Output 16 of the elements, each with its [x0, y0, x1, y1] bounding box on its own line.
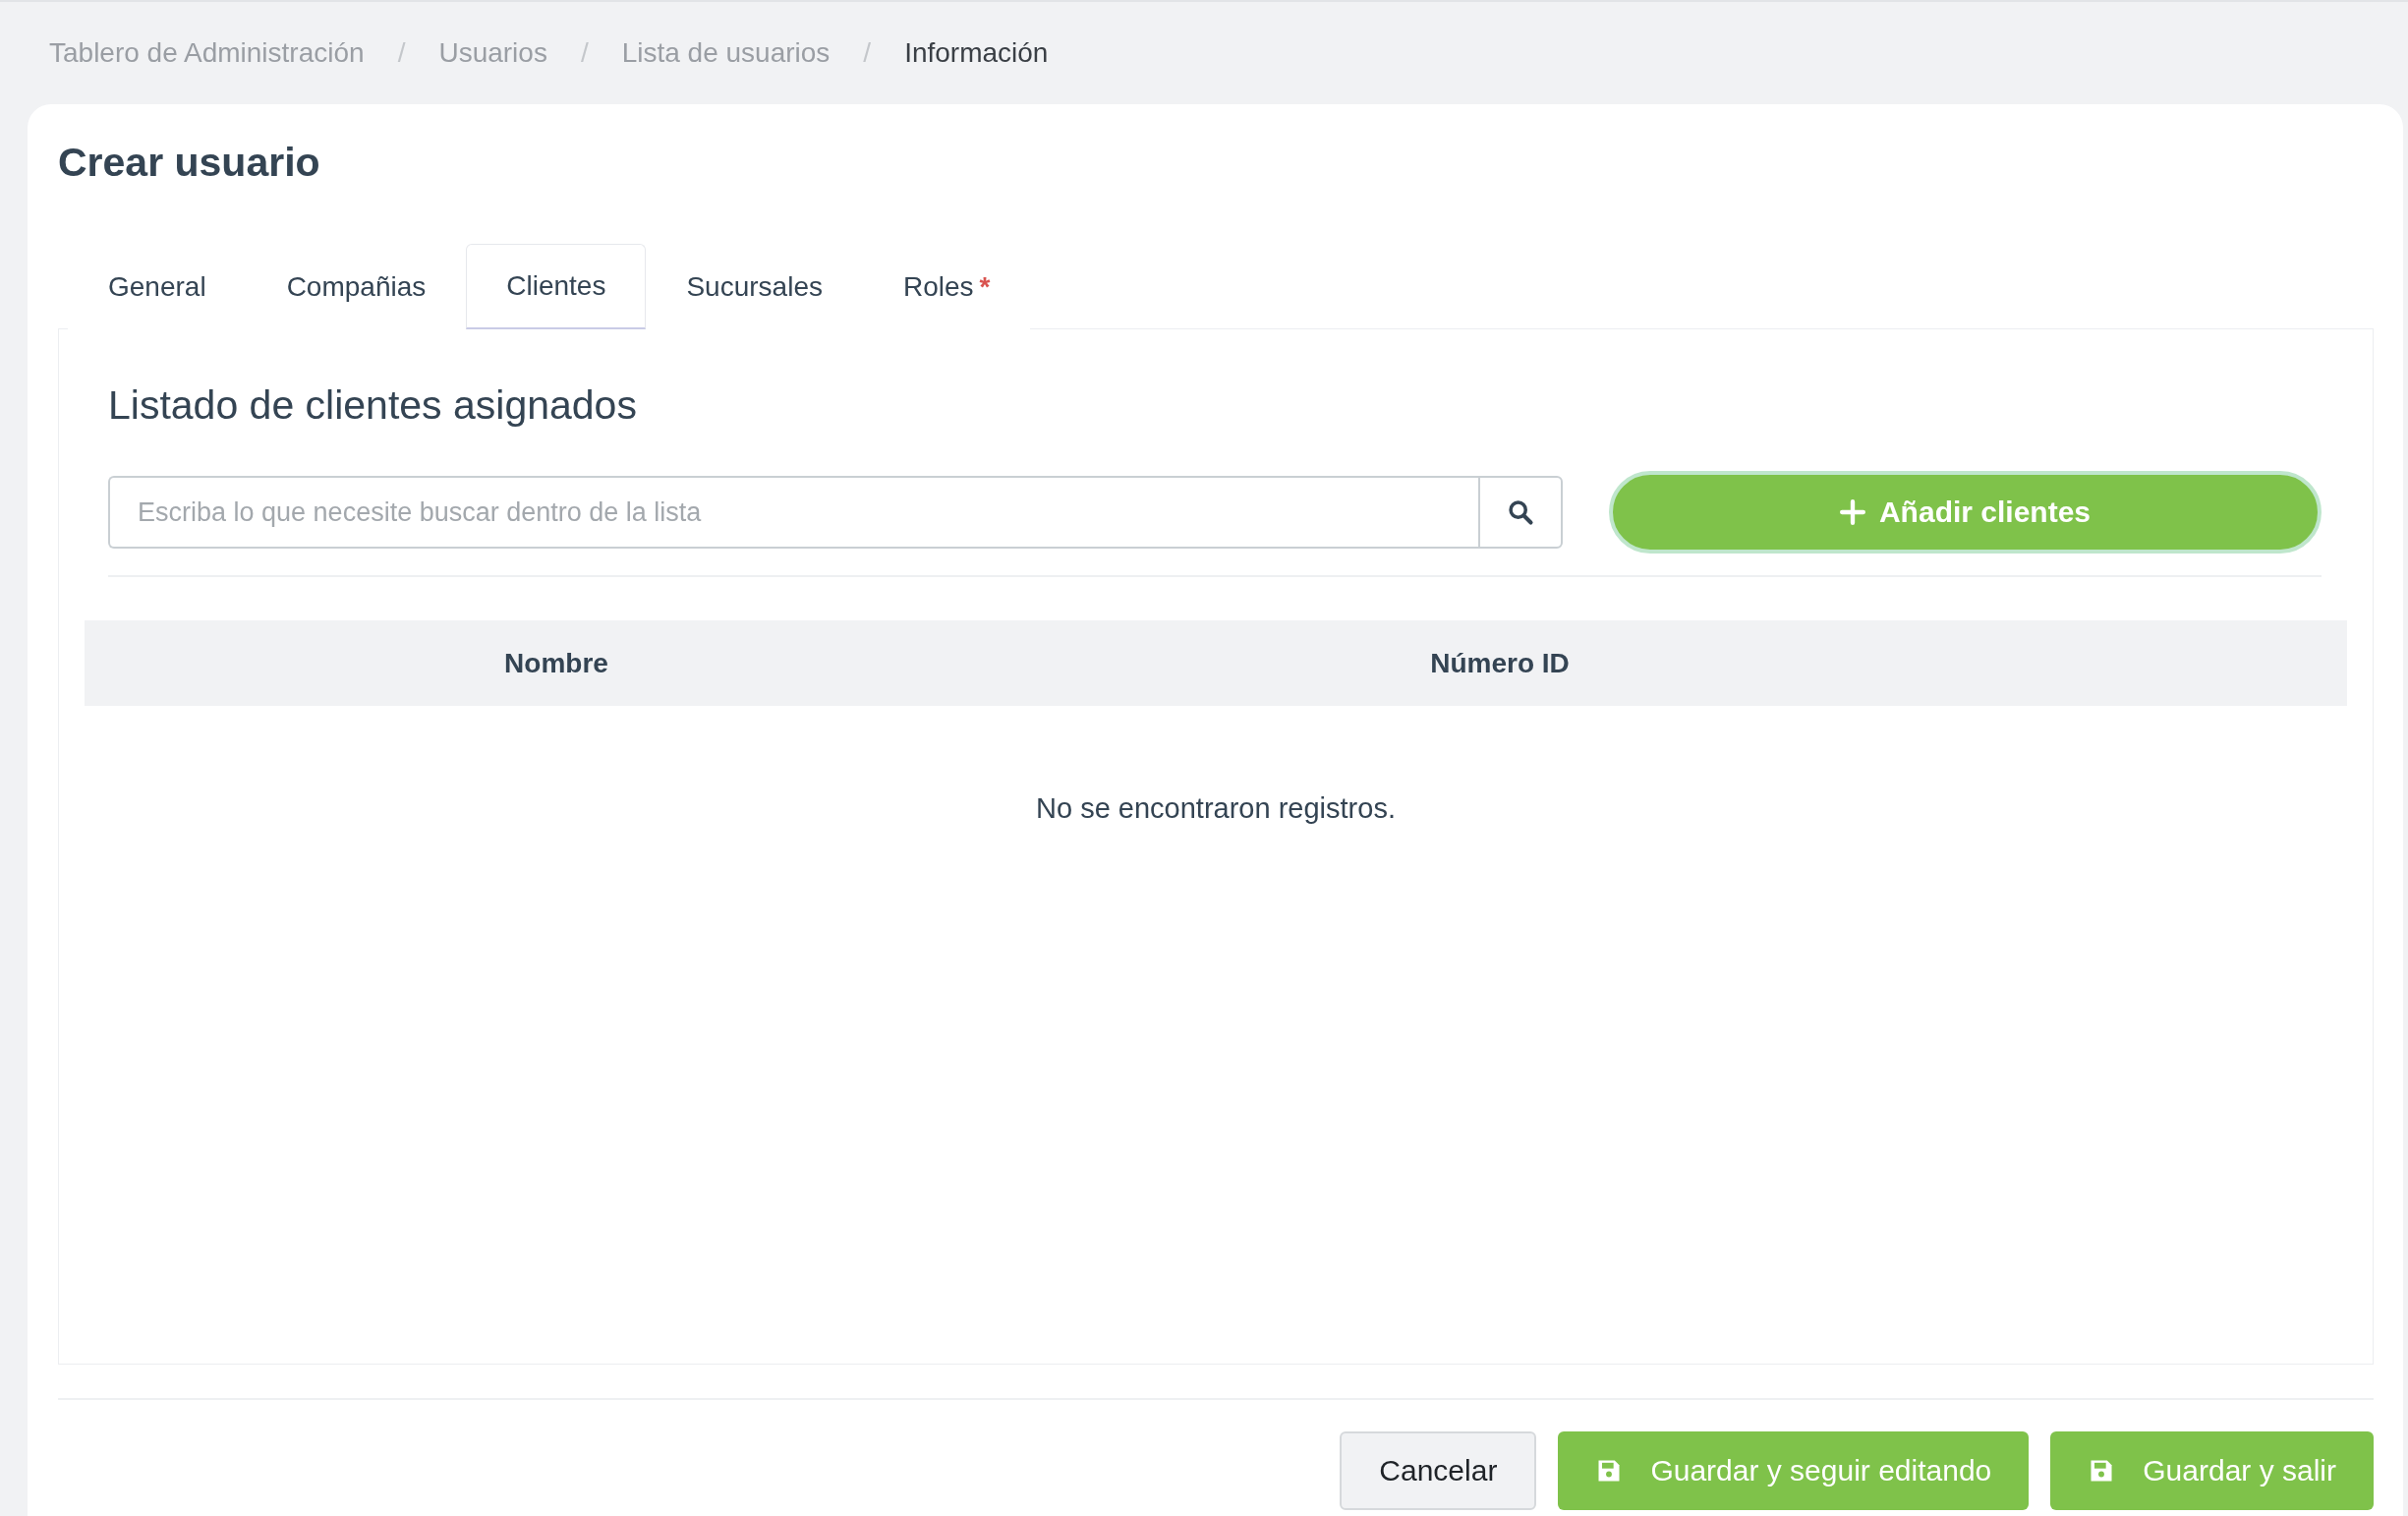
search-button[interactable]	[1478, 476, 1563, 549]
column-header: Nombre	[503, 647, 609, 679]
section-heading: Listado de clientes asignados	[108, 382, 638, 430]
breadcrumb-separator: /	[397, 37, 406, 69]
page-title: Crear usuario	[58, 139, 321, 187]
search-icon	[1507, 498, 1534, 526]
breadcrumb-current: Información	[904, 37, 1049, 69]
column-header: Número ID	[1429, 647, 1571, 679]
required-mark: *	[979, 271, 991, 303]
breadcrumb-separator: /	[863, 37, 872, 69]
breadcrumb-separator: /	[580, 37, 589, 69]
search-field[interactable]: Escriba lo que necesite buscar dentro de la lista	[108, 476, 1478, 549]
plus-icon	[1839, 499, 1865, 525]
empty-message: No se encontraron registros.	[1035, 792, 1397, 825]
cancel-button[interactable]: Cancelar	[1340, 1431, 1537, 1510]
tab[interactable]: Clientes	[466, 244, 647, 329]
